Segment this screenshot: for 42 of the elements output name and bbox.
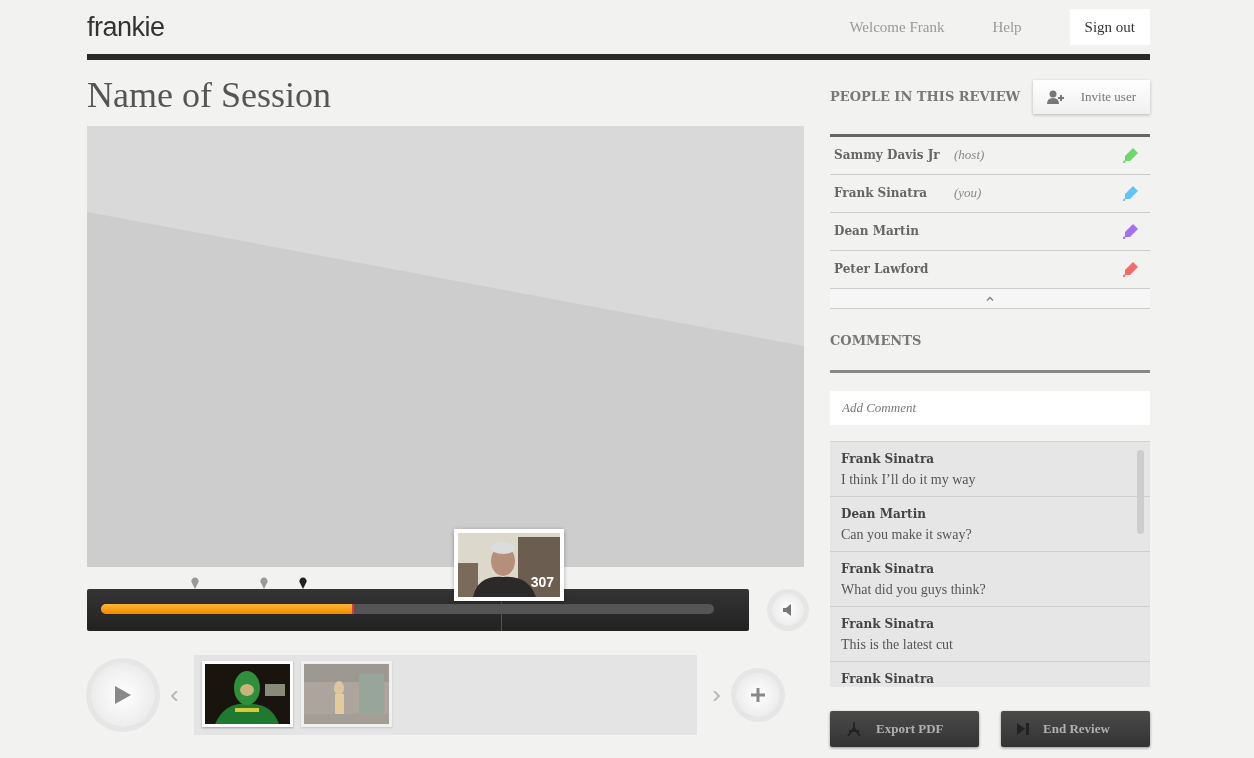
scrollbar[interactable]	[1137, 450, 1144, 534]
section-heading: COMMENTS	[830, 331, 923, 350]
comment-text: What did you guys think?	[841, 581, 987, 599]
add-user-icon	[1046, 89, 1065, 104]
play-icon	[115, 685, 131, 704]
person-name: Dean Martin	[834, 223, 920, 240]
timeline-bar[interactable]	[87, 588, 749, 631]
comment-text: Can you make it sway?	[841, 526, 973, 544]
person-name: Peter Lawford	[834, 261, 930, 278]
logo: frankie	[87, 10, 165, 44]
end-review-button[interactable]: End Review	[1001, 711, 1150, 747]
invite-button[interactable]: Invite user	[1032, 80, 1150, 114]
chevron-left-icon	[171, 690, 178, 701]
frame-number: 307	[530, 572, 554, 592]
comment-author: Frank Sinatra	[841, 451, 935, 468]
session-title: Name of Session	[87, 76, 332, 116]
help-link[interactable]: Help	[992, 15, 1022, 39]
pdf-icon	[846, 721, 862, 737]
comment-author: Dean Martin	[841, 506, 927, 523]
person-role: (you)	[954, 184, 982, 203]
comment-text: I think I’ll do it my way	[841, 471, 977, 489]
sign-out-button[interactable]: Sign out	[1069, 8, 1150, 46]
person-role: (host)	[954, 146, 985, 165]
skip-end-icon	[1017, 723, 1029, 735]
chevron-right-icon	[713, 690, 720, 701]
speaker-icon	[783, 603, 793, 616]
progress-track[interactable]	[101, 603, 714, 614]
marker-pin-icon[interactable]	[299, 575, 307, 589]
comment-field[interactable]: Add Comment	[830, 391, 1150, 425]
comment-author: Frank Sinatra	[841, 671, 935, 687]
comment-author: Frank Sinatra	[841, 616, 935, 633]
comment-author: Frank Sinatra	[841, 561, 935, 578]
section-heading: PEOPLE IN THIS REVIEW	[830, 88, 1021, 106]
comment-text: This is the latest cut	[841, 636, 954, 654]
caret-up-icon	[986, 295, 994, 301]
marker-pin-icon[interactable]	[191, 575, 199, 589]
plus-icon	[751, 687, 765, 702]
person-name: Frank Sinatra	[834, 185, 928, 202]
export-button[interactable]: Export PDF	[830, 711, 979, 747]
marker-pin-icon[interactable]	[260, 575, 268, 589]
person-name: Sammy Davis Jr	[834, 147, 941, 164]
welcome-link[interactable]: Welcome Frank	[849, 15, 945, 39]
